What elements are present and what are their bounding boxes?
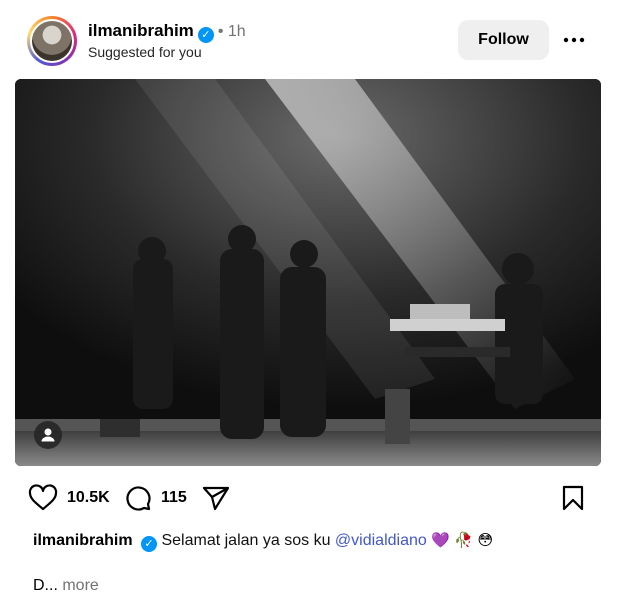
separator-dot: •: [217, 23, 224, 40]
user-tag-icon[interactable]: [34, 421, 62, 449]
wilted-rose-emoji: 🥀: [454, 531, 474, 549]
bookmark-icon[interactable]: [560, 484, 586, 512]
more-link[interactable]: more: [62, 577, 98, 594]
post-header: ilmanibrahim ✓ • 1h Suggested for you Foll…: [0, 0, 626, 80]
send-icon[interactable]: [201, 484, 231, 512]
post-username[interactable]: ilmanibrahim: [88, 21, 194, 40]
caption-text: Selamat jalan ya sos ku: [161, 532, 331, 549]
action-bar: 10.5K 115: [0, 480, 626, 516]
verified-badge-icon: ✓: [197, 27, 214, 43]
suggested-label: Suggested for you: [88, 44, 202, 60]
comment-count[interactable]: 115: [161, 489, 187, 507]
caption-username[interactable]: ilmanibrahim: [33, 532, 133, 549]
post-username-row: ilmanibrahim ✓ • 1h: [88, 21, 246, 43]
like-count[interactable]: 10.5K: [67, 489, 110, 507]
purple-heart-emoji: 💜: [431, 531, 450, 549]
comment-icon[interactable]: [124, 484, 152, 512]
avatar[interactable]: [27, 16, 77, 66]
post-time[interactable]: 1h: [228, 23, 246, 40]
more-options-icon[interactable]: [562, 26, 586, 54]
avatar-image: [30, 19, 74, 63]
post-photo[interactable]: [15, 79, 601, 466]
caption-continuation: D... more: [33, 576, 99, 596]
caption-truncated: D...: [33, 577, 58, 594]
caption-mention[interactable]: @vidialdiano: [335, 532, 427, 549]
post-caption: ilmanibrahim ✓ Selamat jalan ya sos ku @…: [33, 530, 493, 552]
flushed-face-emoji: 😳: [477, 531, 494, 549]
heart-icon[interactable]: [28, 484, 58, 512]
follow-button[interactable]: Follow: [458, 20, 549, 60]
caption-verified-badge-icon: ✓: [141, 536, 158, 552]
concert-photo-image: [15, 79, 601, 466]
